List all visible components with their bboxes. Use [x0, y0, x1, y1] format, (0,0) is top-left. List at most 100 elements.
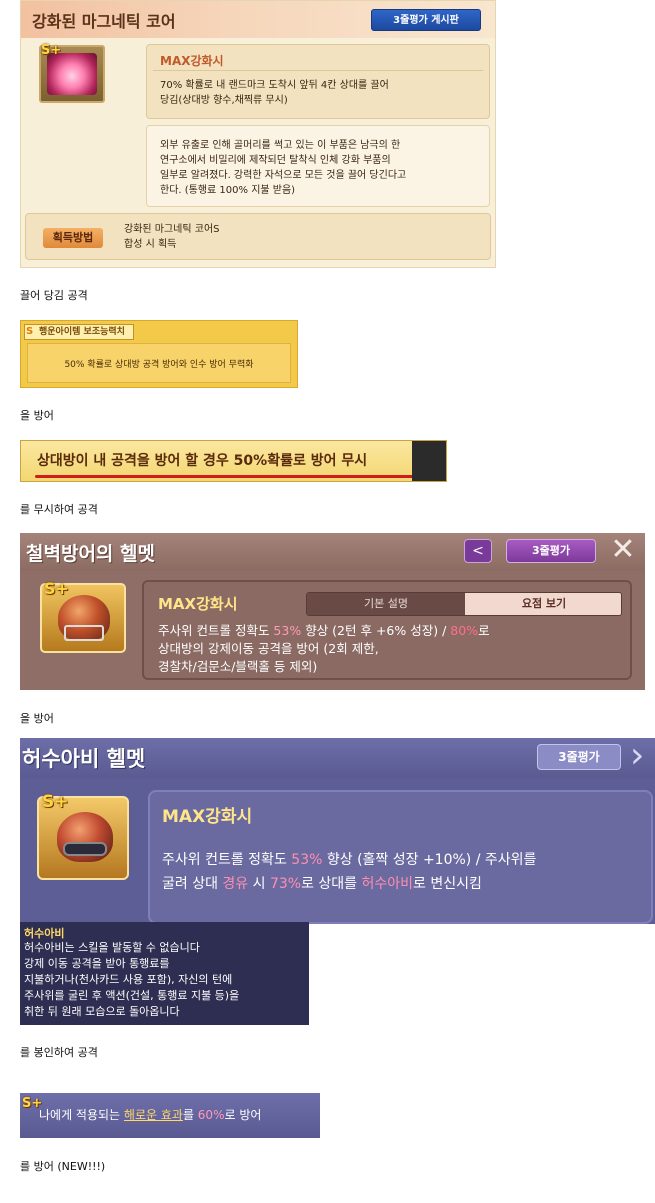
- lore-box: 외부 유출로 인해 골머리를 썩고 있는 이 부품은 남극의 한 연구소에서 비…: [146, 125, 490, 207]
- caption: 를 봉인하여 공격: [20, 1046, 98, 1059]
- next-arrow-icon[interactable]: ›: [630, 738, 644, 774]
- max-label: MAX강화시: [162, 807, 253, 827]
- review-button[interactable]: 3줄평가: [506, 539, 596, 563]
- share-icon: <: [472, 543, 484, 559]
- effect-line: 상대방의 강제이동 공격을 방어 (2회 제한,: [158, 641, 379, 656]
- face-guard: [64, 625, 104, 641]
- scarecrow-helmet-card: 허수아비 헬멧 3줄평가 › S+ MAX강화시 주사위 컨트롤 정확도 53%…: [20, 738, 655, 924]
- acquire-text: 강화된 마그네틱 코어S 합성 시 획득: [124, 222, 220, 252]
- text-run: 나에게 적용되는: [39, 1108, 124, 1122]
- iron-wall-helmet-card: 철벽방어의 헬멧 < 3줄평가 ✕ S+ MAX강화시 기본 설명 요점 보기 …: [20, 533, 645, 690]
- detail-box: MAX강화시 주사위 컨트롤 정확도 53% 향상 (홀짝 성장 +10%) /…: [148, 790, 653, 924]
- red-underline: [35, 475, 440, 478]
- tooltip-line: 허수아비는 스킬을 발동할 수 없습니다: [24, 941, 200, 954]
- max-label: MAX강화시: [158, 595, 238, 613]
- text-run: 주사위 컨트롤 정확도: [158, 623, 274, 638]
- tooltip-body: 허수아비는 스킬을 발동할 수 없습니다 강제 이동 공격을 받아 통행료를 지…: [24, 940, 306, 1020]
- effect-line: 주사위 컨트롤 정확도 53% 향상 (홀짝 성장 +10%) / 주사위를: [162, 848, 652, 872]
- highlight-value: 80%: [450, 623, 479, 638]
- highlight-value: 60%: [197, 1108, 225, 1122]
- defense-ignore-banner: 상대방이 내 공격을 방어 할 경우 50%확률로 방어 무시: [20, 440, 447, 482]
- effect-box: MAX강화시 70% 확률로 내 랜드마크 도착시 앞뒤 4칸 상대를 끌어 당…: [146, 44, 490, 119]
- acquire-box: 획득방법 강화된 마그네틱 코어S 합성 시 획득: [25, 213, 491, 260]
- effect-text: 주사위 컨트롤 정확도 53% 향상 (2턴 후 +6% 성장) / 80%로 …: [158, 622, 628, 676]
- sub-ability-text: 50% 확률로 상대방 공격 방어와 인수 방어 무력화: [64, 360, 254, 370]
- tooltip-line: 주사위를 굴린 후 액션(건설, 통행료 지불 등)을: [24, 989, 240, 1002]
- sub-ability-tag: S 행운아이템 보조능력치: [24, 324, 134, 340]
- s-plus-badge-icon: S: [26, 326, 34, 337]
- max-label: MAX강화시: [160, 54, 224, 68]
- text-run: 로 상대를: [301, 876, 362, 892]
- caption: 끌어 당김 공격: [20, 289, 88, 302]
- effect-line: 주사위 컨트롤 정확도 53% 향상 (2턴 후 +6% 성장) / 80%로: [158, 622, 628, 640]
- highlight-value: 53%: [291, 852, 323, 868]
- text-run: 향상 (홀짝 성장 +10%) / 주사위를: [322, 852, 537, 868]
- highlight-value: 73%: [269, 876, 302, 892]
- s-plus-badge-icon: S+: [42, 792, 69, 812]
- tooltip-line: 취한 뒤 원래 모습으로 돌아옵니다: [24, 1005, 180, 1018]
- text-run: 시: [248, 876, 270, 892]
- caption: 를 무시하여 공격: [20, 503, 98, 516]
- highlight-value: 53%: [273, 623, 302, 638]
- highlight-text: 해로운 효과: [123, 1108, 183, 1122]
- item-title: 강화된 마그네틱 코어: [32, 12, 176, 31]
- lore-line: 한다. (통행료 100% 지불 받음): [160, 185, 296, 196]
- goggles: [63, 842, 107, 856]
- sub-ability-body: 50% 확률로 상대방 공격 방어와 인수 방어 무력화: [27, 343, 291, 383]
- lore-line: 일부로 알려졌다. 강력한 자석으로 모든 것을 끌어 당긴다고: [160, 170, 407, 181]
- item-title: 허수아비 헬멧: [22, 747, 146, 771]
- item-icon-frame: S+: [40, 579, 126, 653]
- s-plus-badge-icon: S+: [44, 579, 69, 598]
- card-titlebar: 철벽방어의 헬멧 < 3줄평가 ✕: [20, 533, 645, 571]
- effect-line: 70% 확률로 내 랜드마크 도착시 앞뒤 4칸 상대를 끌어: [160, 80, 389, 91]
- close-icon[interactable]: ✕: [607, 535, 639, 567]
- text-run: 굴려 상대: [162, 876, 223, 892]
- effect-line: 굴려 상대 경유 시 73%로 상대를 허수아비로 변신시킴: [162, 872, 652, 896]
- item-title: 철벽방어의 헬멧: [26, 543, 155, 565]
- harmful-effect-defense-card: S+ 나에게 적용되는 해로운 효과를 60%로 방어: [20, 1093, 320, 1138]
- effect-text: 주사위 컨트롤 정확도 53% 향상 (홀짝 성장 +10%) / 주사위를 굴…: [162, 848, 652, 896]
- tab-basic[interactable]: 기본 설명: [307, 593, 465, 615]
- highlight-value: 허수아비: [361, 876, 414, 892]
- share-button[interactable]: <: [464, 539, 492, 563]
- tooltip-line: 지불하거나(천사카드 사용 포함), 자신의 턴에: [24, 973, 233, 986]
- item-icon-frame: S+: [39, 43, 105, 103]
- s-plus-badge-icon: S+: [41, 43, 62, 58]
- magnetic-core-icon: [47, 53, 97, 95]
- text-run: 로: [478, 623, 490, 638]
- highlight-value: 경유: [222, 876, 249, 892]
- lore-line: 연구소에서 비밀리에 제작되던 탈착식 인체 강화 부품의: [160, 155, 391, 166]
- text-run: 주사위 컨트롤 정확도: [162, 852, 292, 868]
- review-board-button[interactable]: 3줄평가 게시판: [371, 9, 481, 31]
- text-run: 로 방어: [224, 1108, 262, 1122]
- tooltip-line: 강제 이동 공격을 받아 통행료를: [24, 957, 170, 970]
- effect-line: 당김(상대방 향수,채찍류 무시): [160, 95, 288, 106]
- item-icon-frame: S+: [37, 792, 129, 880]
- review-button[interactable]: 3줄평가: [537, 744, 621, 770]
- effect-line: 경찰차/검문소/블랙홀 등 제외): [158, 659, 318, 674]
- banner-text: 상대방이 내 공격을 방어 할 경우 50%확률로 방어 무시: [37, 453, 368, 469]
- sub-ability-tag-label: 행운아이템 보조능력치: [39, 327, 125, 337]
- acquire-line: 합성 시 획득: [124, 239, 177, 250]
- lore-line: 외부 유출로 인해 골머리를 썩고 있는 이 부품은 남극의 한: [160, 140, 401, 151]
- effect-text: 나에게 적용되는 해로운 효과를 60%로 방어: [39, 1106, 261, 1123]
- tooltip-title: 허수아비: [24, 927, 65, 940]
- acquire-label: 획득방법: [43, 228, 103, 248]
- caption: 을 방어: [20, 409, 54, 422]
- card-titlebar: 강화된 마그네틱 코어 3줄평가 게시판: [21, 1, 495, 38]
- magnetic-core-card: 강화된 마그네틱 코어 3줄평가 게시판 S+ MAX강화시 70% 확률로 내…: [20, 0, 496, 268]
- sub-ability-card: S 행운아이템 보조능력치 50% 확률로 상대방 공격 방어와 인수 방어 무…: [20, 320, 298, 388]
- tab-summary[interactable]: 요점 보기: [465, 593, 621, 615]
- background-edge: [412, 441, 446, 481]
- lore-text: 외부 유출로 인해 골머리를 썩고 있는 이 부품은 남극의 한 연구소에서 비…: [160, 138, 482, 198]
- caption: 을 방어: [20, 712, 54, 725]
- acquire-line: 강화된 마그네틱 코어S: [124, 224, 220, 235]
- text-run: 를: [182, 1108, 198, 1122]
- detail-box: MAX강화시 기본 설명 요점 보기 주사위 컨트롤 정확도 53% 향상 (2…: [142, 580, 632, 680]
- text-run: 로 변신시킴: [413, 876, 482, 892]
- scarecrow-tooltip: 허수아비 허수아비는 스킬을 발동할 수 없습니다 강제 이동 공격을 받아 통…: [20, 922, 309, 1025]
- caption: 를 방어 (NEW!!!): [20, 1160, 106, 1173]
- card-titlebar: 허수아비 헬멧 3줄평가 ›: [20, 738, 655, 778]
- effect-text: 70% 확률로 내 랜드마크 도착시 앞뒤 4칸 상대를 끌어 당김(상대방 향…: [160, 78, 480, 108]
- text-run: 향상 (2턴 후 +6% 성장) /: [301, 623, 451, 638]
